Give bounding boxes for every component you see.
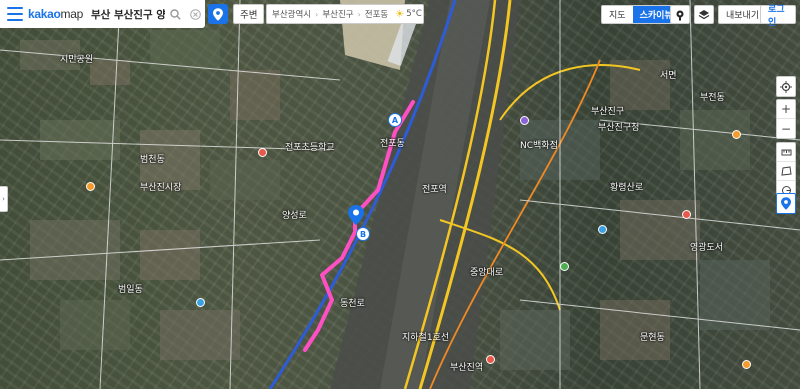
nearby-button[interactable]: 주변	[233, 4, 265, 24]
chevron-right-icon: ›	[315, 9, 319, 19]
map-label: 황령산로	[610, 183, 644, 193]
map-label: 부산진역	[450, 363, 484, 373]
search-icon[interactable]	[165, 4, 185, 24]
poi-icon[interactable]	[732, 130, 741, 139]
sun-icon: ☀	[395, 8, 405, 20]
search-input[interactable]: 부산 부산진구 양성로6번	[91, 7, 165, 22]
menu-icon[interactable]	[7, 7, 23, 21]
poi-icon[interactable]	[486, 355, 495, 364]
map-label: 서면	[660, 71, 677, 81]
roadview-button[interactable]	[670, 5, 690, 24]
weather-widget[interactable]: ☀ 5°C	[395, 9, 422, 20]
map-label: 전포역	[422, 185, 447, 195]
map-type-normal[interactable]: 지도	[602, 6, 633, 23]
breadcrumb-district[interactable]: 부산진구	[322, 8, 353, 20]
layers-button[interactable]	[694, 5, 714, 24]
logo-brand: kakao	[28, 7, 61, 21]
poi-icon[interactable]	[520, 116, 529, 125]
zoom-in-icon[interactable]: +	[777, 100, 795, 119]
breadcrumb-dong[interactable]: 전포동	[365, 8, 388, 20]
map-label: 부산진시장	[140, 183, 182, 193]
map-label: NC백화점	[520, 141, 558, 151]
map-label: 범천동	[140, 155, 165, 165]
zoom-out-icon[interactable]: −	[777, 119, 795, 138]
map-type-toggle: 지도 스카이뷰	[601, 5, 681, 24]
map-label: 전포동	[380, 139, 405, 149]
breadcrumb: 부산광역시 › 부산진구 › 전포동 ☀ 5°C	[266, 4, 424, 24]
poi-icon[interactable]	[560, 262, 569, 271]
poi-icon[interactable]	[742, 360, 751, 369]
map-label: 전포초등학교	[285, 143, 335, 153]
logo-map: map	[60, 7, 84, 21]
roadview-icon	[676, 10, 684, 20]
poi-icon[interactable]	[682, 210, 691, 219]
map-label: 범일동	[118, 285, 143, 295]
map-label: 시민공원	[60, 55, 94, 65]
route-end-marker[interactable]: B	[356, 227, 370, 241]
chevron-right-icon: ›	[2, 195, 5, 203]
map-label: 부산진구청	[598, 123, 640, 133]
map-label: 양성로	[282, 211, 307, 221]
map-label: 영광도서	[690, 243, 724, 253]
map-label: 부전동	[700, 93, 725, 103]
breadcrumb-city[interactable]: 부산광역시	[272, 8, 311, 20]
kakaomap-logo[interactable]: kakaomap	[28, 7, 83, 21]
poi-icon[interactable]	[196, 298, 205, 307]
layers-icon	[698, 9, 710, 19]
poi-icon[interactable]	[86, 182, 95, 191]
distance-icon[interactable]	[777, 143, 795, 162]
route-control	[776, 193, 796, 214]
map-label: 중앙대로	[470, 268, 504, 278]
poi-icon[interactable]	[258, 148, 267, 157]
login-button[interactable]: 로그인	[760, 5, 796, 28]
weather-temp: 5°C	[406, 9, 422, 19]
map-overlay	[0, 0, 800, 389]
chevron-right-icon: ›	[357, 9, 361, 19]
clear-icon[interactable]	[185, 4, 205, 24]
map-label: 지하철1호선	[402, 333, 450, 343]
poi-icon[interactable]	[598, 225, 607, 234]
location-pin-icon	[213, 7, 223, 21]
location-pin-icon[interactable]	[777, 194, 795, 213]
route-start-marker[interactable]: A	[388, 113, 402, 127]
map-label: 부산진구	[591, 107, 625, 117]
panel-toggle[interactable]: ›	[0, 186, 8, 212]
map-label: 동천로	[340, 299, 365, 309]
zoom-controls: + −	[776, 99, 796, 139]
area-icon[interactable]	[777, 162, 795, 181]
search-box: kakaomap 부산 부산진구 양성로6번	[0, 0, 205, 28]
current-location-icon[interactable]	[777, 77, 795, 96]
map-label: 문현동	[640, 333, 665, 343]
location-controls	[776, 76, 796, 97]
directions-button[interactable]	[208, 4, 228, 24]
satellite-map[interactable]: 전포동 부산진구 부산진구청 서면 범천동 범일동 시민공원 부전동 전포역 동…	[0, 0, 800, 389]
